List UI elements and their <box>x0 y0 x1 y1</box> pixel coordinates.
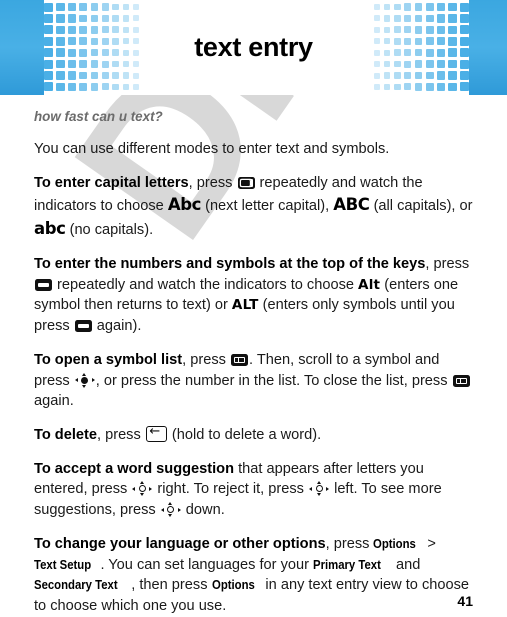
section-text: (all capitals), or <box>369 198 473 215</box>
section-text: , then press <box>131 577 212 594</box>
indicator-all-capitals: ABC <box>333 195 370 215</box>
section-text: > <box>423 535 436 552</box>
section-text: (no capitals). <box>65 222 154 239</box>
indicator-no-capitals: abc <box>34 219 66 239</box>
section-capital-letters: To enter capital letters, press repeated… <box>34 173 473 241</box>
section-numbers-symbols: To enter the numbers and symbols at the … <box>34 254 473 337</box>
section-lead: To enter capital letters <box>34 174 189 191</box>
section-delete: To delete, press (hold to delete a word)… <box>34 425 473 446</box>
section-text: , press <box>96 426 145 443</box>
section-lead: To enter the numbers and symbols at the … <box>34 255 426 272</box>
section-word-suggestion: To accept a word suggestion that appears… <box>34 459 473 521</box>
delete-key-icon <box>145 425 167 442</box>
menu-label-options: Options <box>211 577 255 593</box>
section-text: down. <box>181 502 225 519</box>
section-text: (next letter capital), <box>201 198 334 215</box>
section-text: (hold to delete a word). <box>167 426 322 443</box>
section-text: , press <box>425 255 470 272</box>
menu-label-secondary-text: Secondary Text <box>34 577 118 593</box>
section-text: repeatedly and watch the indicators to c… <box>53 276 359 293</box>
section-text: , press <box>182 351 230 368</box>
section-language-options: To change your language or other options… <box>34 534 473 617</box>
page-number: 41 <box>457 593 473 609</box>
page-header-banner: text entry <box>0 0 507 95</box>
section-text: , or press the number in the list. To cl… <box>95 372 452 389</box>
shift-key-icon <box>237 176 255 189</box>
indicator-abc-next-capital: Abc <box>167 195 202 215</box>
nav-key-icon <box>132 481 153 497</box>
section-lead: To accept a word suggestion <box>34 460 235 477</box>
nav-center-select-icon <box>74 372 95 388</box>
nav-key-icon <box>160 502 181 518</box>
menu-label-text-setup: Text Setup <box>34 556 92 572</box>
section-text: again. <box>34 393 74 410</box>
section-text: right. To reject it, press <box>153 481 309 498</box>
section-text: . You can set languages for your <box>100 556 314 573</box>
page-content: how fast can u text? You can use differe… <box>0 95 507 617</box>
page-subtitle: how fast can u text? <box>34 109 163 124</box>
indicator-alt-lock: ALT <box>231 297 259 314</box>
intro-paragraph: You can use different modes to enter tex… <box>34 141 390 158</box>
alt-key-icon <box>35 278 52 291</box>
menu-label-primary-text: Primary Text <box>313 556 381 572</box>
symbol-key-icon <box>230 353 248 366</box>
indicator-alt-single: Alt <box>358 276 381 293</box>
symbol-key-icon <box>452 374 470 387</box>
section-text: again). <box>92 318 142 335</box>
section-text: , press <box>325 535 374 552</box>
page-title: text entry <box>194 32 313 62</box>
section-lead: To delete <box>34 426 97 443</box>
section-lead: To open a symbol list <box>34 351 183 368</box>
menu-label-options: Options <box>373 535 417 551</box>
section-symbol-list: To open a symbol list, press . Then, scr… <box>34 350 473 412</box>
nav-key-icon <box>309 481 330 497</box>
section-text: and <box>391 556 421 573</box>
alt-key-icon <box>74 320 92 333</box>
section-lead: To change your language or other options <box>34 535 326 552</box>
section-text: , press <box>188 174 237 191</box>
